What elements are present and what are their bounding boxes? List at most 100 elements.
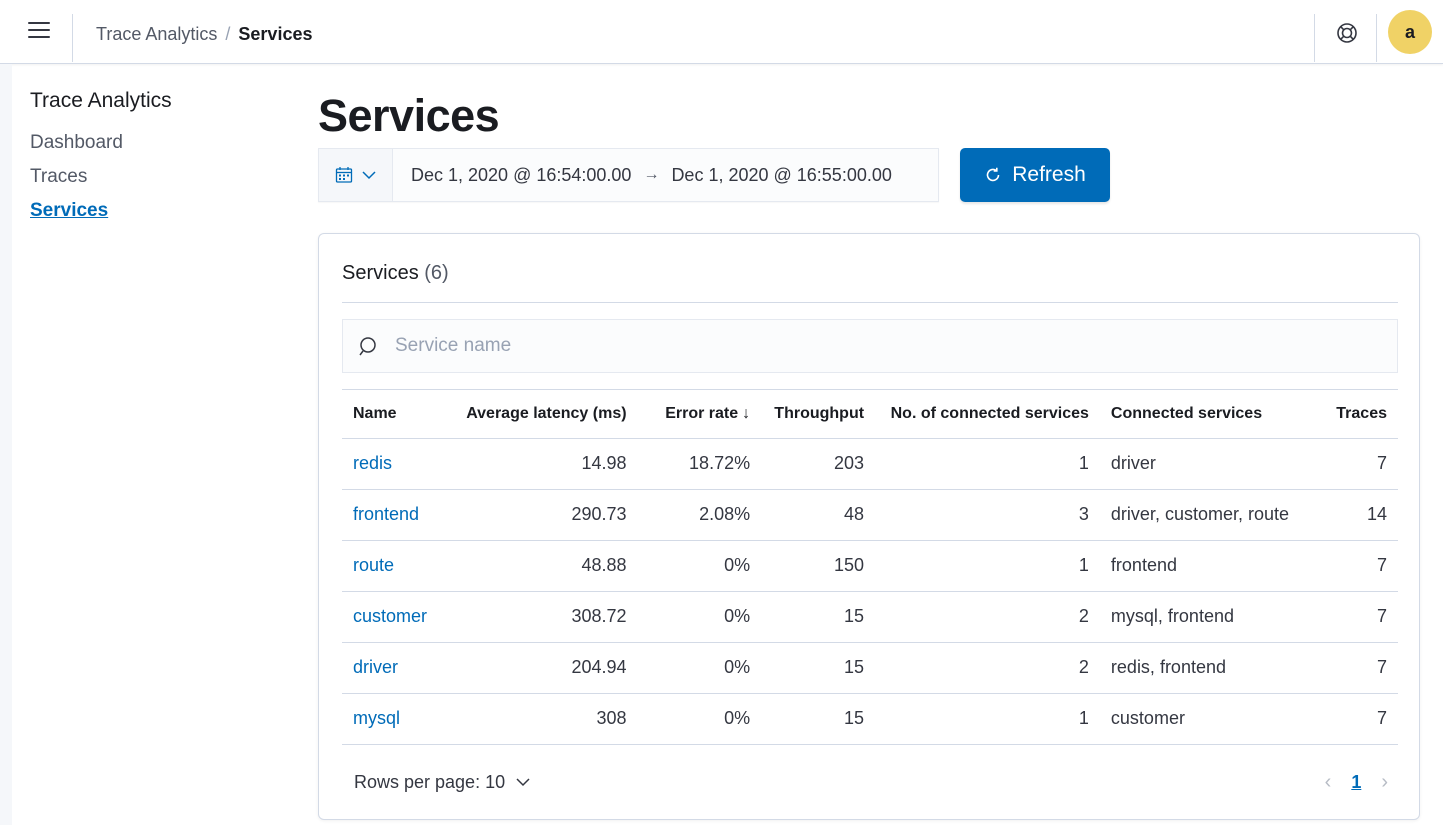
left-gutter xyxy=(0,64,12,825)
end-date[interactable]: Dec 1, 2020 @ 16:55:00.00 xyxy=(671,165,891,186)
cell-average-latency: 204.94 xyxy=(438,642,638,694)
cell-name: frontend xyxy=(342,489,439,541)
sort-descending-icon: ↓ xyxy=(742,404,751,422)
cell-traces: 7 xyxy=(1325,693,1398,745)
chevron-down-icon xyxy=(361,171,376,180)
table-row: driver 204.94 0% 15 2 redis, frontend 7 xyxy=(342,642,1398,694)
cell-error-rate: 0% xyxy=(637,693,762,745)
rows-per-page-select[interactable]: Rows per page: 10 xyxy=(354,772,531,793)
breadcrumb-trace-analytics[interactable]: Trace Analytics xyxy=(96,24,217,45)
cell-throughput: 15 xyxy=(761,591,876,643)
refresh-button[interactable]: Refresh xyxy=(960,148,1110,202)
cell-num-connected-services: 2 xyxy=(875,642,1100,694)
cell-error-rate: 0% xyxy=(637,591,762,643)
cell-throughput: 203 xyxy=(761,438,876,490)
column-header-traces[interactable]: Traces xyxy=(1325,390,1398,439)
service-name-link[interactable]: route xyxy=(353,555,394,575)
cell-throughput: 15 xyxy=(761,642,876,694)
refresh-icon xyxy=(986,167,1000,182)
cell-num-connected-services: 1 xyxy=(875,438,1100,490)
services-count: (6) xyxy=(424,262,449,284)
sidenav-item-traces[interactable]: Traces xyxy=(30,166,87,188)
date-range-display: Dec 1, 2020 @ 16:54:00.00 → Dec 1, 2020 … xyxy=(393,165,892,186)
column-header-num-connected-services[interactable]: No. of connected services xyxy=(875,390,1100,439)
cell-error-rate: 18.72% xyxy=(637,438,762,490)
cell-num-connected-services: 2 xyxy=(875,591,1100,643)
previous-page-icon[interactable]: ‹ xyxy=(1325,771,1332,794)
divider xyxy=(342,302,1398,303)
cell-traces: 7 xyxy=(1325,540,1398,592)
cell-error-rate: 2.08% xyxy=(637,489,762,541)
search-icon xyxy=(343,320,395,372)
service-name-link[interactable]: frontend xyxy=(353,504,419,524)
search-field xyxy=(342,319,1398,373)
cell-average-latency: 308 xyxy=(438,693,638,745)
service-name-search-input[interactable] xyxy=(395,320,1345,372)
table-row: mysql 308 0% 15 1 customer 7 xyxy=(342,693,1398,745)
column-header-error-rate[interactable]: Error rate ↓ xyxy=(637,390,762,439)
cell-average-latency: 48.88 xyxy=(438,540,638,592)
table-row: frontend 290.73 2.08% 48 3 driver, customer, … xyxy=(342,489,1398,541)
hamburger-menu-icon[interactable] xyxy=(28,20,50,40)
cell-traces: 7 xyxy=(1325,591,1398,643)
panel-title-text: Services xyxy=(342,262,419,284)
cell-name: redis xyxy=(342,438,439,490)
cell-connected-services: customer xyxy=(1099,693,1326,745)
error-rate-label: Error rate xyxy=(665,404,739,422)
service-name-link[interactable]: driver xyxy=(353,657,398,677)
page-title: Services xyxy=(318,90,500,141)
sidenav-item-dashboard[interactable]: Dashboard xyxy=(30,132,123,154)
arrow-right-icon: → xyxy=(643,166,660,183)
table-row: customer 308.72 0% 15 2 mysql, frontend 7 xyxy=(342,591,1398,643)
pagination: ‹ 1 › xyxy=(1325,771,1388,794)
top-header: Trace Analytics / Services a xyxy=(0,0,1443,64)
page-number-button[interactable]: 1 xyxy=(1351,772,1361,793)
calendar-icon xyxy=(335,167,352,183)
sidenav-item-services[interactable]: Services xyxy=(30,200,108,222)
service-name-link[interactable]: redis xyxy=(353,453,392,473)
pagination-bar: Rows per page: 10 ‹ 1 › xyxy=(342,764,1398,800)
cell-name: driver xyxy=(342,642,439,694)
refresh-label: Refresh xyxy=(1012,163,1086,186)
table-row: route 48.88 0% 150 1 frontend 7 xyxy=(342,540,1398,592)
cell-error-rate: 0% xyxy=(637,642,762,694)
start-date[interactable]: Dec 1, 2020 @ 16:54:00.00 xyxy=(411,165,631,186)
cell-num-connected-services: 1 xyxy=(875,693,1100,745)
cell-traces: 14 xyxy=(1325,489,1398,541)
cell-connected-services: mysql, frontend xyxy=(1099,591,1326,643)
service-name-link[interactable]: customer xyxy=(353,606,427,626)
column-header-connected-services[interactable]: Connected services xyxy=(1099,390,1326,439)
header-divider xyxy=(1376,14,1377,62)
cell-connected-services: driver xyxy=(1099,438,1326,490)
cell-connected-services: redis, frontend xyxy=(1099,642,1326,694)
cell-average-latency: 14.98 xyxy=(438,438,638,490)
column-header-average-latency[interactable]: Average latency (ms) xyxy=(438,390,638,439)
quick-select-button[interactable] xyxy=(319,149,393,201)
cell-num-connected-services: 3 xyxy=(875,489,1100,541)
cell-connected-services: frontend xyxy=(1099,540,1326,592)
header-divider xyxy=(1314,14,1315,62)
rows-per-page-label: Rows per page: 10 xyxy=(354,771,506,792)
help-lifebuoy-icon[interactable] xyxy=(1336,22,1358,44)
table-header-row: Name Average latency (ms) Error rate ↓ Th… xyxy=(342,390,1398,439)
cell-error-rate: 0% xyxy=(637,540,762,592)
cell-throughput: 48 xyxy=(761,489,876,541)
cell-throughput: 150 xyxy=(761,540,876,592)
cell-name: mysql xyxy=(342,693,439,745)
breadcrumb-separator: / xyxy=(225,24,231,44)
breadcrumb: Trace Analytics / Services xyxy=(96,24,312,45)
chevron-down-icon xyxy=(516,778,530,787)
next-page-icon[interactable]: › xyxy=(1381,771,1388,794)
user-avatar[interactable]: a xyxy=(1388,10,1432,54)
service-name-link[interactable]: mysql xyxy=(353,708,400,728)
column-header-throughput[interactable]: Throughput xyxy=(761,390,876,439)
table-row: redis 14.98 18.72% 203 1 driver 7 xyxy=(342,438,1398,490)
header-divider xyxy=(72,14,73,62)
cell-name: customer xyxy=(342,591,439,643)
sidenav-title: Trace Analytics xyxy=(30,89,172,112)
cell-name: route xyxy=(342,540,439,592)
cell-traces: 7 xyxy=(1325,438,1398,490)
cell-throughput: 15 xyxy=(761,693,876,745)
date-range-picker: Dec 1, 2020 @ 16:54:00.00 → Dec 1, 2020 … xyxy=(318,148,939,202)
column-header-name[interactable]: Name xyxy=(342,390,439,439)
